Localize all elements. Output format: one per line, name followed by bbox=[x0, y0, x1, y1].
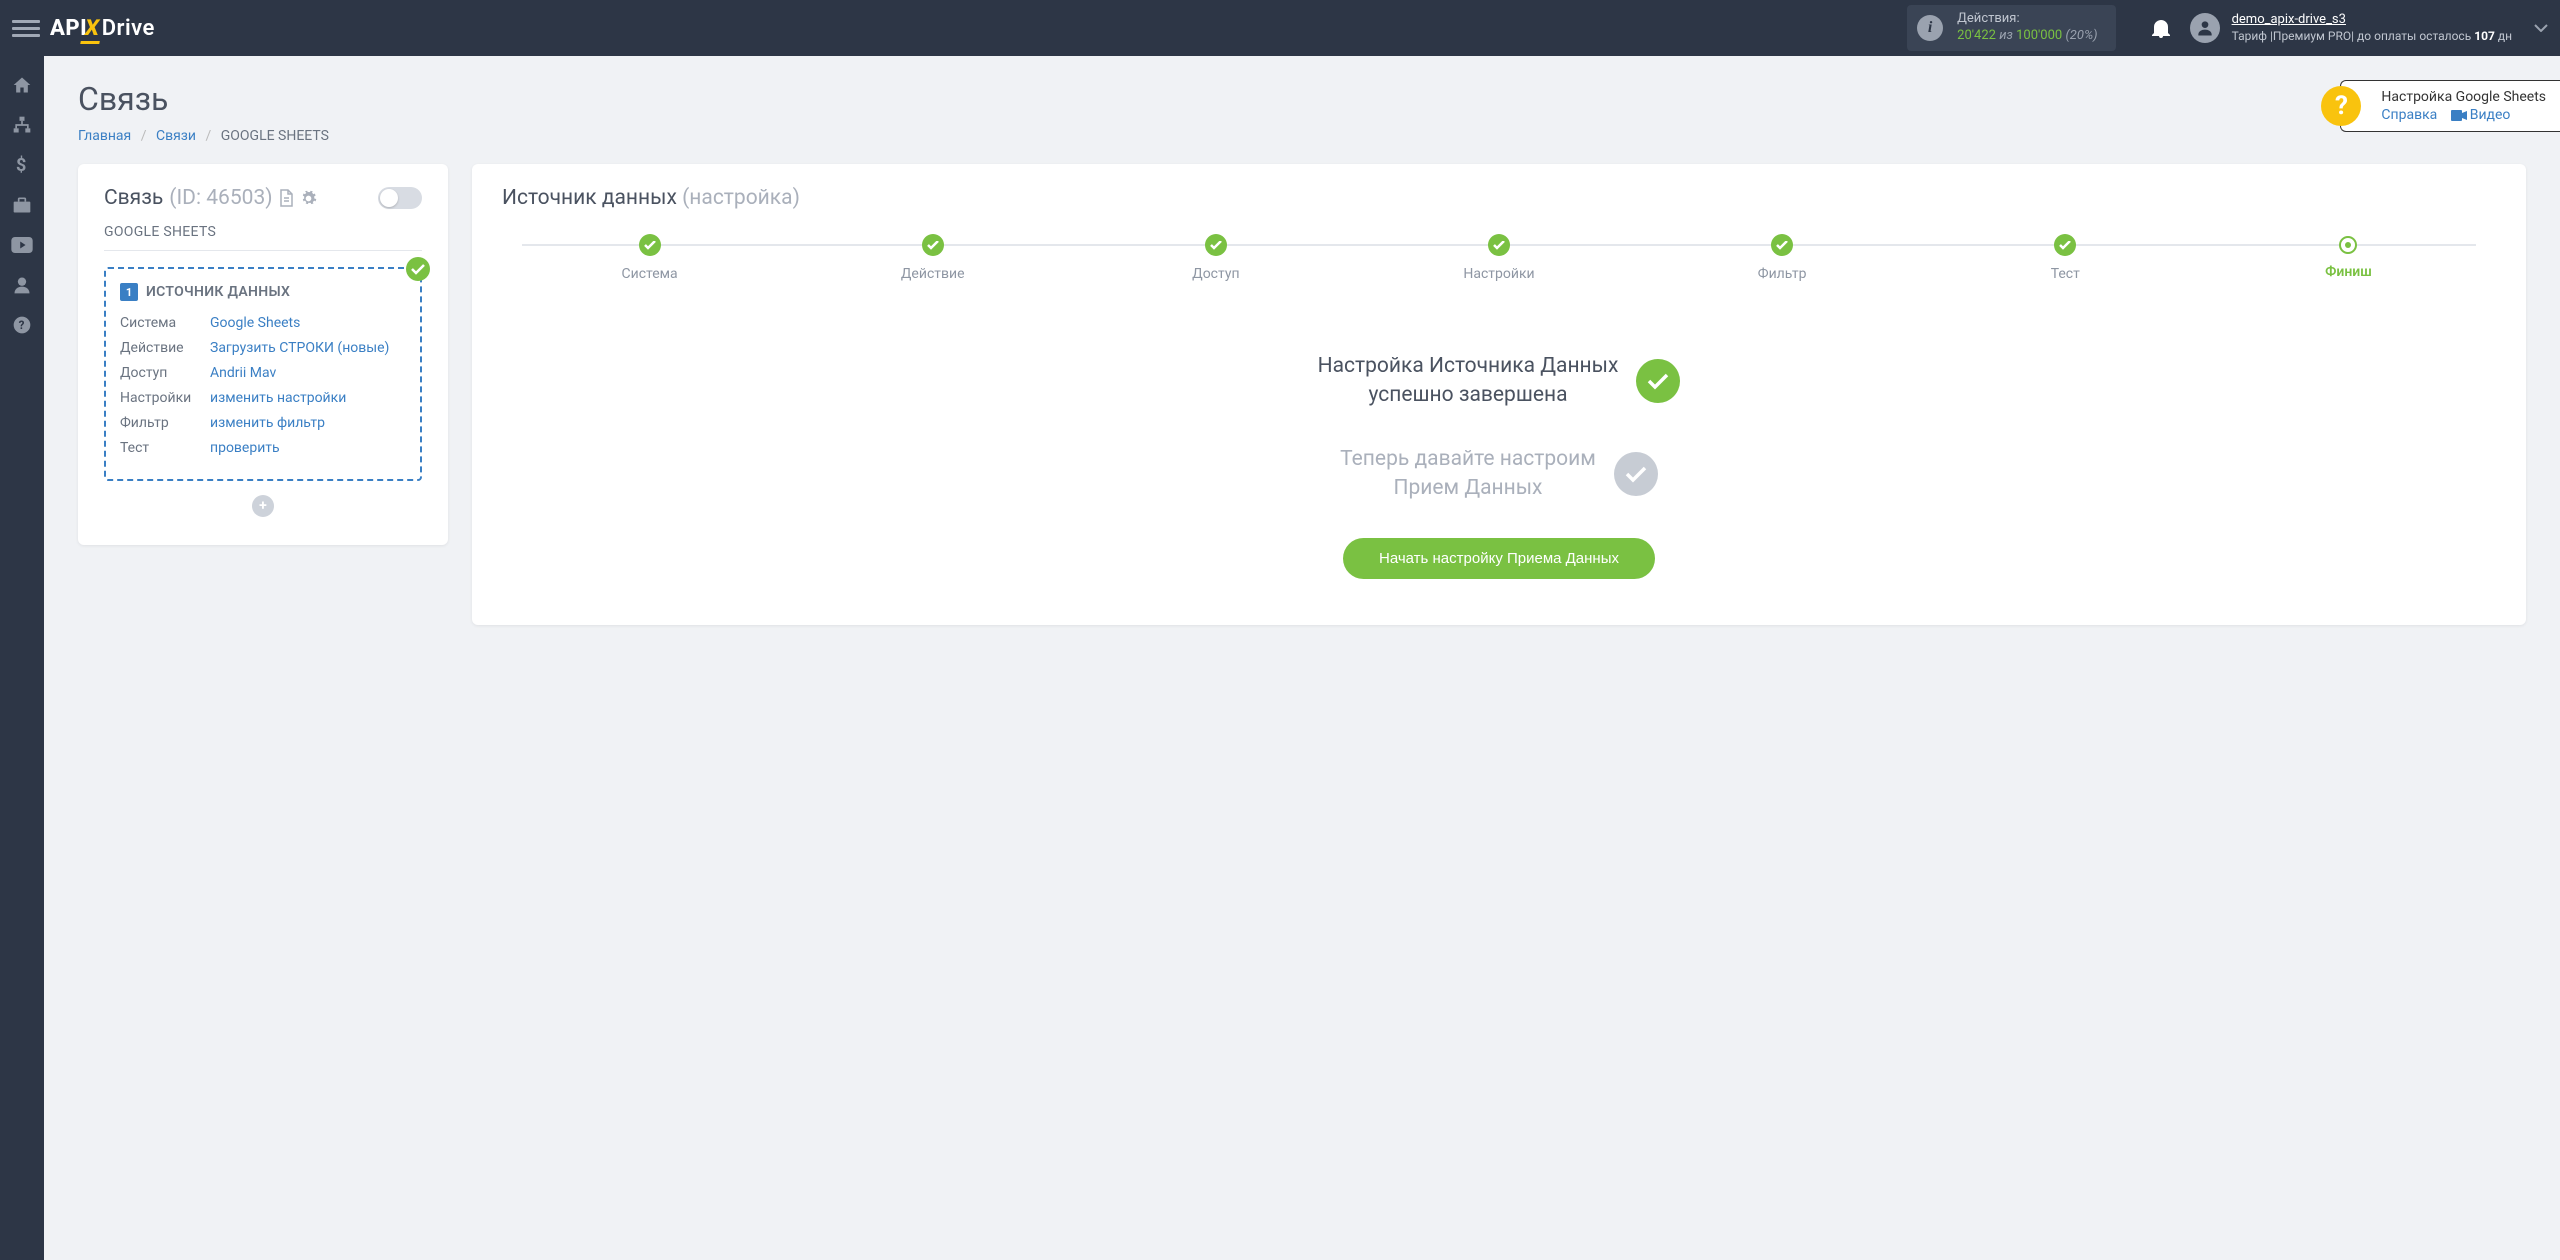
start-reception-button[interactable]: Начать настройку Приема Данных bbox=[1343, 538, 1655, 579]
briefcase-icon[interactable] bbox=[11, 194, 33, 216]
help-box: ? Настройка Google Sheets Справка Видео bbox=[2340, 80, 2560, 132]
home-icon[interactable] bbox=[11, 74, 33, 96]
breadcrumb: Главная / Связи / GOOGLE SHEETS bbox=[78, 128, 2526, 144]
help-ref-link[interactable]: Справка bbox=[2381, 107, 2437, 123]
row-test-link[interactable]: проверить bbox=[210, 438, 280, 459]
right-title: Источник данных (настройка) bbox=[502, 186, 2496, 210]
row-access-link[interactable]: Andrii Mav bbox=[210, 363, 276, 384]
page-title: Связь bbox=[78, 80, 2526, 118]
question-icon[interactable]: ? bbox=[2321, 86, 2361, 126]
user-block[interactable]: demo_apix-drive_s3 Тариф |Премиум PRO| д… bbox=[2232, 12, 2512, 44]
box-title: ИСТОЧНИК ДАННЫХ bbox=[146, 284, 290, 300]
actions-label: Действия: bbox=[1957, 11, 2097, 28]
gear-icon[interactable] bbox=[300, 190, 317, 207]
tariff-text: Тариф |Премиум PRO| до оплаты осталось 1… bbox=[2232, 29, 2512, 45]
video-icon bbox=[2451, 110, 2467, 121]
breadcrumb-links[interactable]: Связи bbox=[156, 128, 196, 144]
actions-counter[interactable]: i Действия: 20'422 из 100'000 (20%) bbox=[1907, 5, 2115, 51]
step-action[interactable]: Действие bbox=[791, 234, 1074, 282]
conn-id: (ID: 46503) bbox=[169, 186, 272, 210]
step-filter[interactable]: Фильтр bbox=[1641, 234, 1924, 282]
conn-label: Связь bbox=[104, 186, 163, 210]
conn-subtitle: GOOGLE SHEETS bbox=[104, 224, 422, 251]
document-icon[interactable] bbox=[279, 189, 294, 207]
step-finish[interactable]: Финиш bbox=[2207, 236, 2490, 280]
status-next: Теперь давайте настроим Прием Данных bbox=[502, 445, 2496, 504]
row-filter-link[interactable]: изменить фильтр bbox=[210, 413, 325, 434]
bell-icon[interactable] bbox=[2152, 18, 2170, 38]
step-access[interactable]: Доступ bbox=[1074, 234, 1357, 282]
top-bar: APIXDrive i Действия: 20'422 из 100'000 … bbox=[0, 0, 2560, 56]
youtube-icon[interactable] bbox=[11, 234, 33, 256]
breadcrumb-current: GOOGLE SHEETS bbox=[221, 128, 329, 144]
avatar-icon[interactable] bbox=[2190, 13, 2220, 43]
step-settings[interactable]: Настройки bbox=[1357, 234, 1640, 282]
row-system-link[interactable]: Google Sheets bbox=[210, 313, 300, 334]
add-button[interactable]: + bbox=[252, 495, 274, 517]
connection-card: Связь (ID: 46503) GOOGLE SHEETS 1 ИСТОЧН… bbox=[78, 164, 448, 545]
success-check-icon bbox=[1636, 359, 1680, 403]
help-title: Настройка Google Sheets bbox=[2381, 89, 2546, 105]
source-box: 1 ИСТОЧНИК ДАННЫХ СистемаGoogle Sheets Д… bbox=[104, 267, 422, 481]
user-name[interactable]: demo_apix-drive_s3 bbox=[2232, 12, 2512, 29]
help-icon[interactable]: ? bbox=[11, 314, 33, 336]
row-settings-link[interactable]: изменить настройки bbox=[210, 388, 346, 409]
menu-toggle-icon[interactable] bbox=[12, 16, 40, 41]
info-icon: i bbox=[1917, 15, 1943, 41]
datasource-card: Источник данных (настройка) Система Дейс… bbox=[472, 164, 2526, 625]
connection-toggle[interactable] bbox=[378, 187, 422, 209]
row-action-link[interactable]: Загрузить СТРОКИ (новые) bbox=[210, 338, 389, 359]
dollar-icon[interactable]: $ bbox=[11, 154, 33, 176]
logo[interactable]: APIXDrive bbox=[50, 16, 155, 41]
svg-text:?: ? bbox=[19, 318, 25, 332]
step-test[interactable]: Тест bbox=[1924, 234, 2207, 282]
box-number: 1 bbox=[120, 283, 138, 301]
next-check-icon bbox=[1614, 452, 1658, 496]
svg-text:$: $ bbox=[16, 155, 26, 175]
chevron-down-icon[interactable] bbox=[2534, 24, 2548, 32]
stepper: Система Действие Доступ Настройки Фильтр… bbox=[502, 234, 2496, 282]
breadcrumb-home[interactable]: Главная bbox=[78, 128, 131, 144]
status-success: Настройка Источника Данных успешно завер… bbox=[502, 352, 2496, 411]
help-video-link[interactable]: Видео bbox=[2470, 107, 2511, 123]
check-icon bbox=[406, 257, 430, 281]
sitemap-icon[interactable] bbox=[11, 114, 33, 136]
sidebar: $ ? bbox=[0, 56, 44, 1260]
user-icon[interactable] bbox=[11, 274, 33, 296]
step-system[interactable]: Система bbox=[508, 234, 791, 282]
